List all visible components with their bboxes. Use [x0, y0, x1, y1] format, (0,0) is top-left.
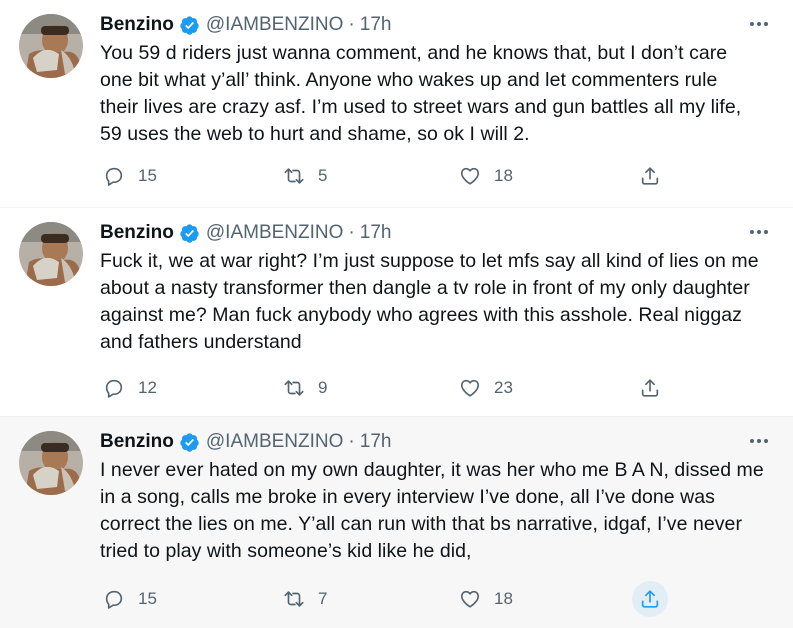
avatar[interactable]	[19, 431, 83, 495]
like-button[interactable]: 18	[452, 581, 513, 617]
tweet[interactable]: Benzino @IAMBENZINO · 17h I never ever h…	[0, 417, 793, 628]
avatar[interactable]	[19, 222, 83, 286]
retweet-button[interactable]: 9	[276, 370, 327, 406]
retweet-icon	[276, 370, 312, 406]
retweet-button[interactable]: 5	[276, 158, 327, 194]
avatar[interactable]	[19, 14, 83, 78]
like-count: 23	[494, 378, 513, 397]
more-icon[interactable]	[747, 222, 771, 242]
retweet-count: 9	[318, 378, 328, 397]
heart-icon	[452, 581, 488, 617]
tweet-actions: 15 7 18	[96, 581, 696, 617]
like-button[interactable]: 18	[452, 158, 513, 194]
heart-icon	[452, 370, 488, 406]
reply-button[interactable]: 15	[96, 158, 157, 194]
tweet-text: Fuck it, we at war right? I’m just suppo…	[100, 250, 759, 353]
tweet[interactable]: Benzino @IAMBENZINO · 17h You 59 d rider…	[0, 0, 793, 208]
reply-button[interactable]: 12	[96, 370, 157, 406]
retweet-count: 7	[318, 589, 328, 608]
verified-badge-icon	[179, 15, 200, 36]
author-name[interactable]: Benzino	[100, 220, 174, 246]
share-icon	[632, 370, 668, 406]
tweet-actions: 12 9 23	[96, 370, 696, 406]
more-icon[interactable]	[747, 14, 771, 34]
author-name[interactable]: Benzino	[100, 429, 174, 455]
author-handle[interactable]: @IAMBENZINO	[206, 12, 344, 38]
reply-button[interactable]: 15	[96, 581, 157, 617]
share-icon	[632, 581, 668, 617]
tweet-text: You 59 d riders just wanna comment, and …	[100, 42, 742, 145]
reply-count: 15	[138, 589, 157, 608]
share-icon	[632, 158, 668, 194]
reply-icon	[96, 581, 132, 617]
like-count: 18	[494, 166, 513, 185]
timestamp[interactable]: 17h	[360, 220, 392, 246]
heart-icon	[452, 158, 488, 194]
reply-count: 12	[138, 378, 157, 397]
tweet[interactable]: Benzino @IAMBENZINO · 17h Fuck it, we at…	[0, 208, 793, 417]
retweet-button[interactable]: 7	[276, 581, 327, 617]
share-button[interactable]	[632, 581, 668, 617]
timestamp[interactable]: 17h	[360, 429, 392, 455]
reply-icon	[96, 370, 132, 406]
retweet-icon	[276, 158, 312, 194]
retweet-count: 5	[318, 166, 328, 185]
timestamp[interactable]: 17h	[360, 12, 392, 38]
tweet-header: Benzino @IAMBENZINO · 17h	[100, 429, 391, 455]
like-count: 18	[494, 589, 513, 608]
separator-dot: ·	[348, 431, 355, 452]
tweet-actions: 15 5 18	[96, 158, 696, 194]
author-name[interactable]: Benzino	[100, 12, 174, 38]
retweet-icon	[276, 581, 312, 617]
timeline-feed: Benzino @IAMBENZINO · 17h You 59 d rider…	[0, 0, 793, 628]
author-handle[interactable]: @IAMBENZINO	[206, 429, 344, 455]
tweet-header: Benzino @IAMBENZINO · 17h	[100, 12, 391, 38]
verified-badge-icon	[179, 223, 200, 244]
separator-dot: ·	[348, 14, 355, 35]
verified-badge-icon	[179, 432, 200, 453]
tweet-header: Benzino @IAMBENZINO · 17h	[100, 220, 391, 246]
author-handle[interactable]: @IAMBENZINO	[206, 220, 344, 246]
tweet-text: I never ever hated on my own daughter, i…	[100, 459, 764, 562]
more-icon[interactable]	[747, 431, 771, 451]
separator-dot: ·	[348, 222, 355, 243]
share-button[interactable]	[632, 158, 668, 194]
share-button[interactable]	[632, 370, 668, 406]
like-button[interactable]: 23	[452, 370, 513, 406]
reply-icon	[96, 158, 132, 194]
reply-count: 15	[138, 166, 157, 185]
